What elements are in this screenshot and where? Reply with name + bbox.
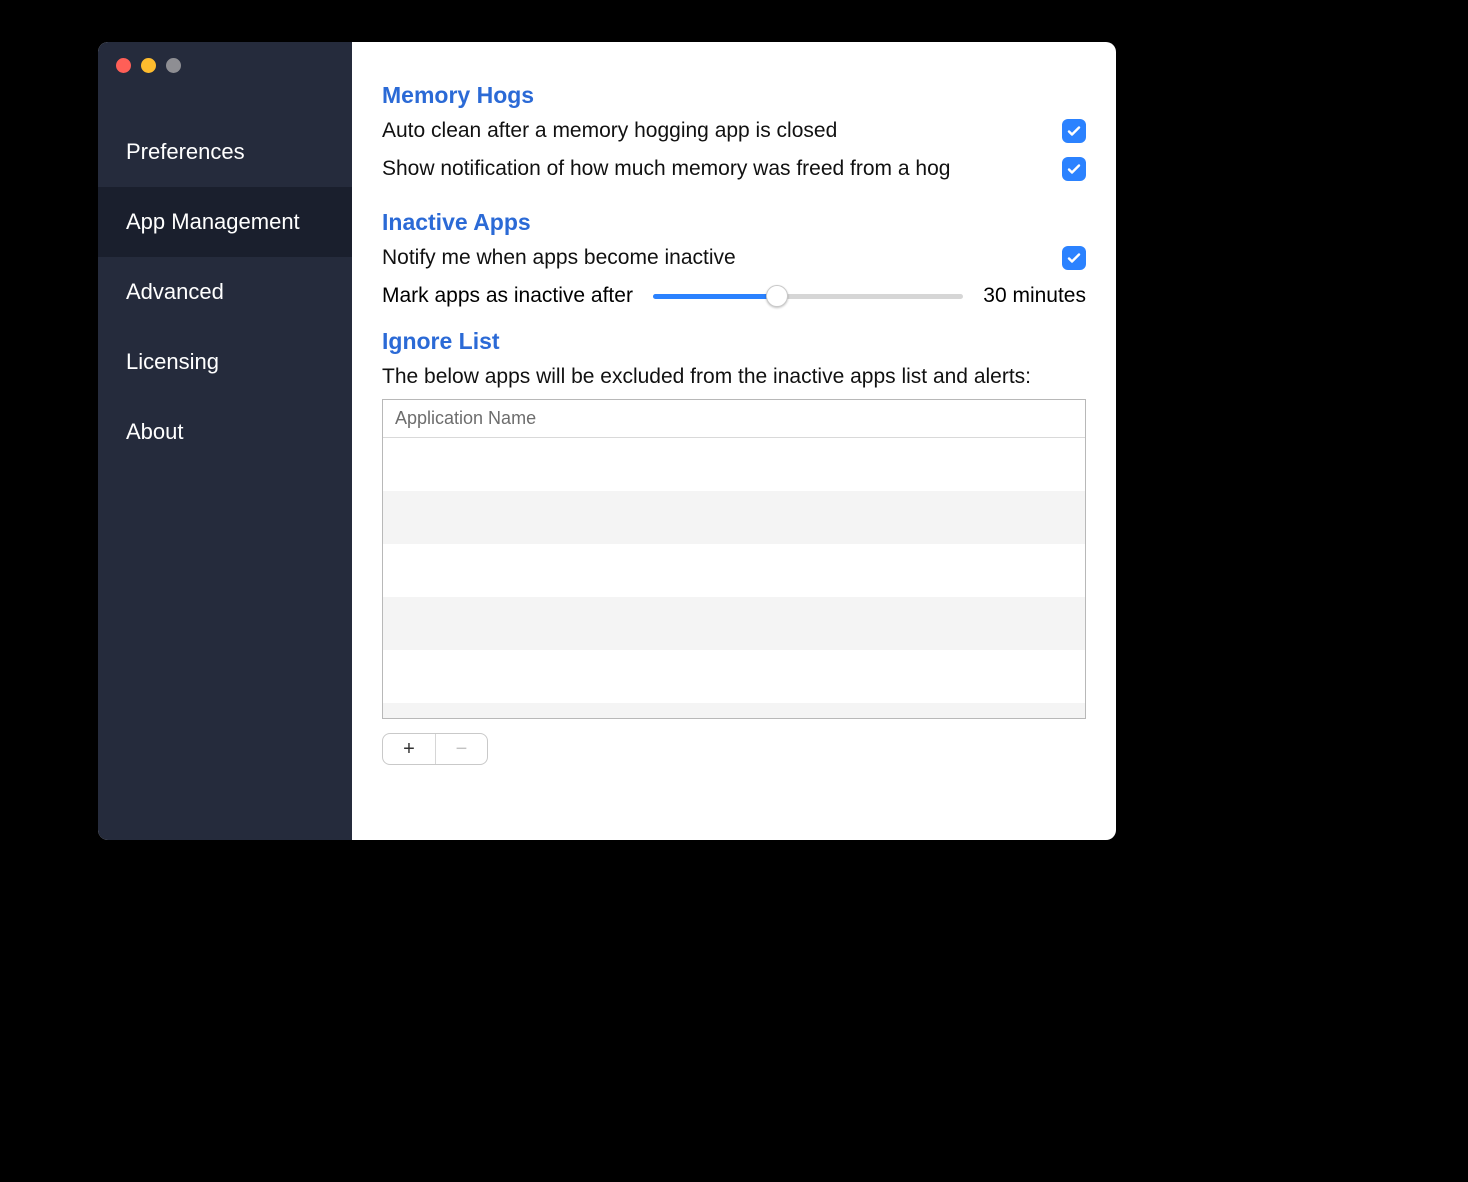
setting-inactive-notify: Notify me when apps become inactive xyxy=(382,246,1086,270)
minus-icon: − xyxy=(456,738,468,761)
hog-notification-checkbox[interactable] xyxy=(1062,157,1086,181)
slider-track-fill xyxy=(653,294,777,299)
setting-auto-clean: Auto clean after a memory hogging app is… xyxy=(382,119,1086,143)
section-title-memory-hogs: Memory Hogs xyxy=(382,82,1086,109)
plus-icon: + xyxy=(403,738,415,761)
slider-label: Mark apps as inactive after xyxy=(382,284,633,308)
inactive-notify-checkbox[interactable] xyxy=(1062,246,1086,270)
table-row[interactable] xyxy=(383,597,1085,650)
slider-thumb[interactable] xyxy=(766,285,788,307)
setting-hog-notification: Show notification of how much memory was… xyxy=(382,157,1086,181)
sidebar-nav: Preferences App Management Advanced Lice… xyxy=(98,117,352,467)
check-icon xyxy=(1066,250,1082,266)
setting-label: Auto clean after a memory hogging app is… xyxy=(382,119,837,143)
table-row[interactable] xyxy=(383,703,1085,718)
sidebar-item-app-management[interactable]: App Management xyxy=(98,187,352,257)
remove-button[interactable]: − xyxy=(435,734,487,764)
sidebar-item-advanced[interactable]: Advanced xyxy=(98,257,352,327)
setting-inactive-threshold: Mark apps as inactive after 30 minutes xyxy=(382,284,1086,308)
preferences-window: Preferences App Management Advanced Lice… xyxy=(98,42,1116,840)
add-button[interactable]: + xyxy=(383,734,435,764)
setting-label: Show notification of how much memory was… xyxy=(382,157,950,181)
zoom-icon xyxy=(166,58,181,73)
table-row[interactable] xyxy=(383,650,1085,703)
check-icon xyxy=(1066,161,1082,177)
content-pane: Memory Hogs Auto clean after a memory ho… xyxy=(352,42,1116,840)
slider-track xyxy=(653,294,963,299)
inactive-threshold-slider[interactable] xyxy=(653,284,963,308)
section-title-ignore-list: Ignore List xyxy=(382,328,1086,355)
add-remove-segment: + − xyxy=(382,733,488,765)
ignore-list-table[interactable]: Application Name xyxy=(382,399,1086,719)
sidebar-item-about[interactable]: About xyxy=(98,397,352,467)
minimize-icon[interactable] xyxy=(141,58,156,73)
sidebar: Preferences App Management Advanced Lice… xyxy=(98,42,352,840)
table-row[interactable] xyxy=(383,491,1085,544)
table-body xyxy=(383,438,1085,718)
ignore-list-controls: + − xyxy=(382,733,1086,765)
ignore-list-description: The below apps will be excluded from the… xyxy=(382,365,1086,389)
slider-value: 30 minutes xyxy=(983,284,1086,308)
setting-label: Notify me when apps become inactive xyxy=(382,246,736,270)
auto-clean-checkbox[interactable] xyxy=(1062,119,1086,143)
sidebar-item-preferences[interactable]: Preferences xyxy=(98,117,352,187)
close-icon[interactable] xyxy=(116,58,131,73)
table-row[interactable] xyxy=(383,438,1085,491)
window-controls xyxy=(98,42,352,83)
table-row[interactable] xyxy=(383,544,1085,597)
section-title-inactive-apps: Inactive Apps xyxy=(382,209,1086,236)
table-column-header[interactable]: Application Name xyxy=(383,400,1085,438)
sidebar-item-licensing[interactable]: Licensing xyxy=(98,327,352,397)
check-icon xyxy=(1066,123,1082,139)
